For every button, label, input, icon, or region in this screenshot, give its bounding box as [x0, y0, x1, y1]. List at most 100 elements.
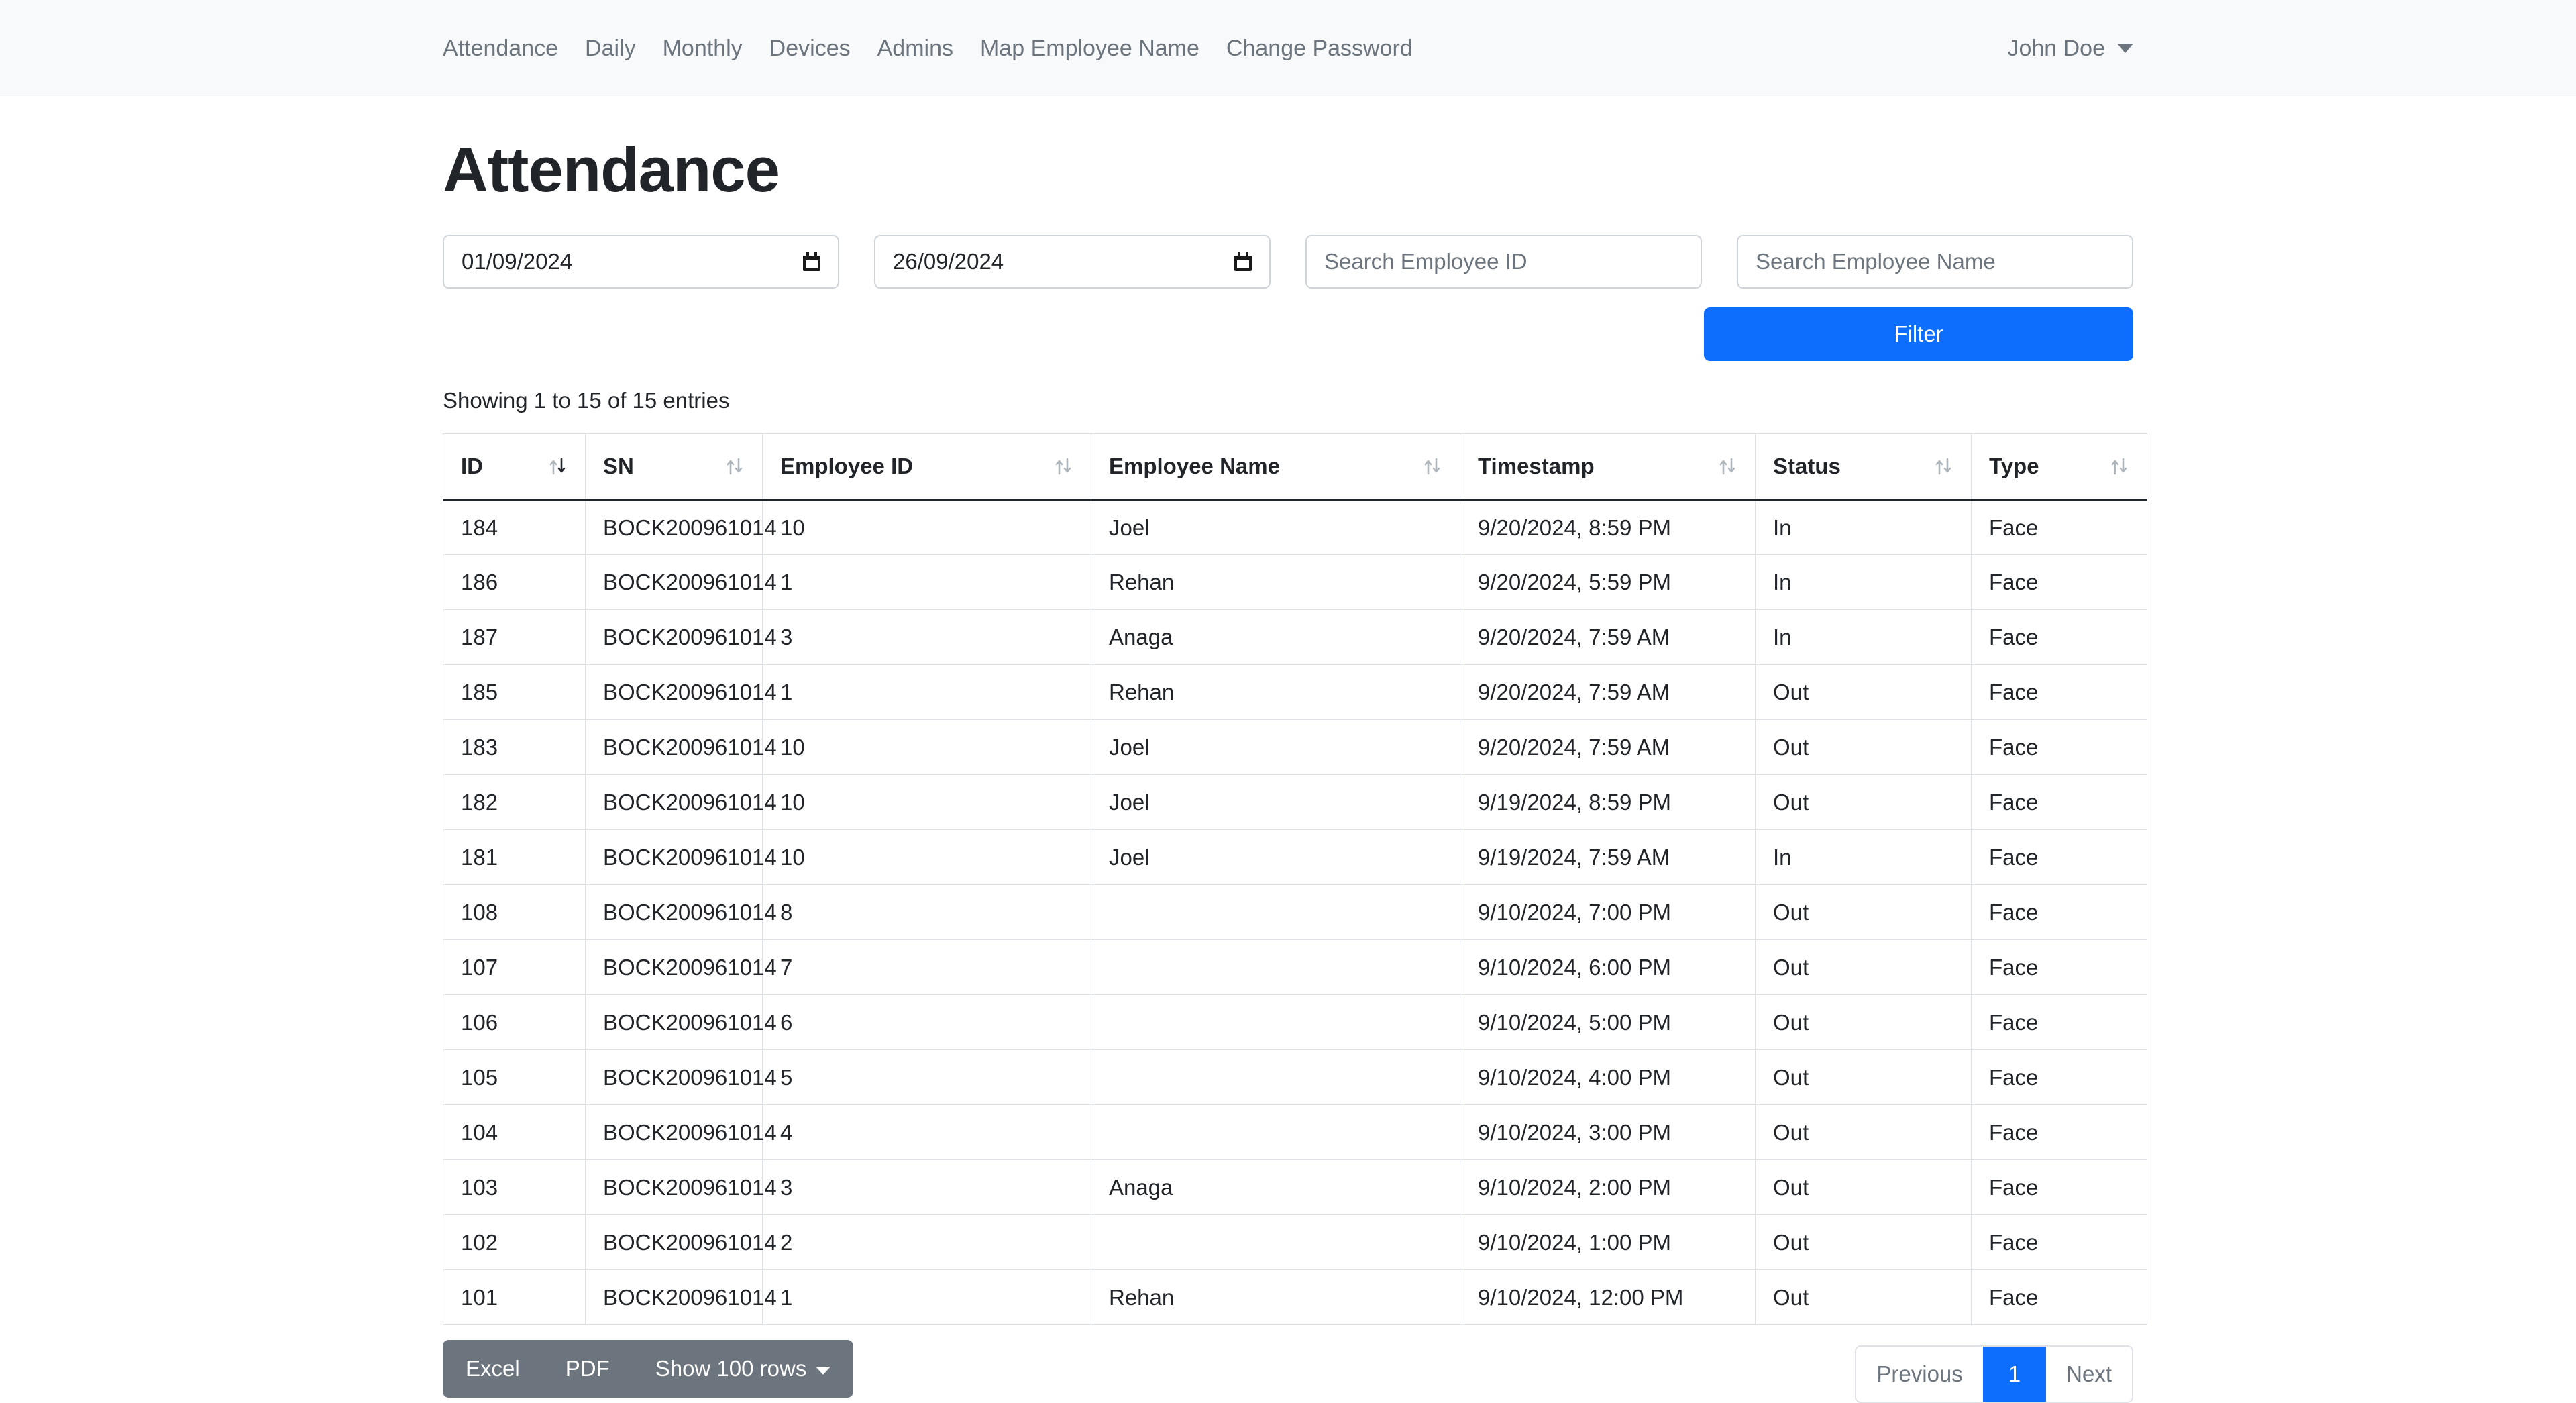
cell-status: In [1756, 500, 1972, 555]
nav-link-map-employee-name[interactable]: Map Employee Name [967, 37, 1213, 60]
column-header-label: SN [603, 454, 634, 479]
cell-sn: BOCK200961014 [586, 1050, 763, 1105]
cell-timestamp: 9/20/2024, 7:59 AM [1460, 720, 1756, 775]
column-header-sn[interactable]: SN [586, 434, 763, 500]
search-employee-id-input[interactable]: Search Employee ID [1305, 235, 1702, 289]
sort-icon [1424, 456, 1442, 476]
chevron-down-icon [816, 1367, 830, 1375]
cell-sn: BOCK200961014 [586, 610, 763, 665]
cell-status: Out [1756, 775, 1972, 830]
cell-type: Face [1972, 610, 2147, 665]
cell-type: Face [1972, 885, 2147, 940]
sort-icon-active [549, 456, 568, 476]
cell-timestamp: 9/10/2024, 2:00 PM [1460, 1160, 1756, 1215]
calendar-icon[interactable] [1234, 252, 1252, 271]
cell-status: Out [1756, 720, 1972, 775]
cell-id: 182 [443, 775, 586, 830]
cell-sn: BOCK200961014 [586, 940, 763, 995]
cell-sn: BOCK200961014 [586, 885, 763, 940]
start-date-input[interactable]: 01/09/2024 [443, 235, 839, 289]
cell-employee_name [1091, 1215, 1460, 1270]
cell-status: Out [1756, 885, 1972, 940]
cell-employee_name: Joel [1091, 830, 1460, 885]
export-button-group: Excel PDF Show 100 rows [443, 1340, 853, 1398]
table-body: 184BOCK20096101410Joel9/20/2024, 8:59 PM… [443, 500, 2147, 1325]
cell-type: Face [1972, 720, 2147, 775]
cell-type: Face [1972, 1105, 2147, 1160]
cell-type: Face [1972, 1215, 2147, 1270]
cell-sn: BOCK200961014 [586, 1160, 763, 1215]
table-row: 103BOCK2009610143Anaga9/10/2024, 2:00 PM… [443, 1160, 2147, 1215]
filter-button[interactable]: Filter [1704, 307, 2133, 361]
column-header-timestamp[interactable]: Timestamp [1460, 434, 1756, 500]
pagination: Previous 1 Next [1855, 1345, 2133, 1403]
filter-button-row: Filter [443, 307, 2133, 361]
search-employee-name-input[interactable]: Search Employee Name [1737, 235, 2133, 289]
cell-employee_name [1091, 995, 1460, 1050]
cell-timestamp: 9/20/2024, 7:59 AM [1460, 610, 1756, 665]
user-menu[interactable]: John Doe [2007, 37, 2133, 60]
cell-status: Out [1756, 1215, 1972, 1270]
cell-status: Out [1756, 1105, 1972, 1160]
nav-link-monthly[interactable]: Monthly [649, 37, 756, 60]
cell-id: 181 [443, 830, 586, 885]
table-row: 107BOCK20096101479/10/2024, 6:00 PMOutFa… [443, 940, 2147, 995]
cell-employee_id: 10 [763, 830, 1091, 885]
nav-link-devices[interactable]: Devices [756, 37, 864, 60]
column-header-label: Status [1773, 454, 1841, 479]
column-header-label: Timestamp [1478, 454, 1595, 479]
column-header-employee-name[interactable]: Employee Name [1091, 434, 1460, 500]
calendar-icon[interactable] [803, 252, 820, 271]
chevron-down-icon [2117, 44, 2133, 53]
table-row: 101BOCK2009610141Rehan9/10/2024, 12:00 P… [443, 1270, 2147, 1325]
cell-status: In [1756, 610, 1972, 665]
excel-export-button[interactable]: Excel [443, 1340, 543, 1398]
cell-id: 107 [443, 940, 586, 995]
cell-type: Face [1972, 940, 2147, 995]
cell-employee_id: 1 [763, 665, 1091, 720]
cell-timestamp: 9/10/2024, 7:00 PM [1460, 885, 1756, 940]
cell-id: 187 [443, 610, 586, 665]
cell-sn: BOCK200961014 [586, 1215, 763, 1270]
cell-sn: BOCK200961014 [586, 775, 763, 830]
cell-type: Face [1972, 1160, 2147, 1215]
cell-sn: BOCK200961014 [586, 720, 763, 775]
show-rows-dropdown-button[interactable]: Show 100 rows [633, 1340, 854, 1398]
table-row: 186BOCK2009610141Rehan9/20/2024, 5:59 PM… [443, 555, 2147, 610]
pagination-next-button[interactable]: Next [2046, 1347, 2132, 1402]
user-menu-label: John Doe [2007, 37, 2105, 60]
cell-employee_name: Rehan [1091, 665, 1460, 720]
cell-employee_name: Joel [1091, 775, 1460, 830]
cell-employee_id: 8 [763, 885, 1091, 940]
cell-timestamp: 9/20/2024, 8:59 PM [1460, 500, 1756, 555]
end-date-input[interactable]: 26/09/2024 [874, 235, 1271, 289]
column-header-status[interactable]: Status [1756, 434, 1972, 500]
cell-id: 104 [443, 1105, 586, 1160]
attendance-table: ID SN [443, 433, 2147, 1325]
column-header-type[interactable]: Type [1972, 434, 2147, 500]
sort-icon [1935, 456, 1953, 476]
cell-employee_id: 7 [763, 940, 1091, 995]
nav-link-attendance[interactable]: Attendance [443, 37, 572, 60]
nav-link-change-password[interactable]: Change Password [1213, 37, 1426, 60]
cell-sn: BOCK200961014 [586, 1105, 763, 1160]
pdf-export-button[interactable]: PDF [543, 1340, 633, 1398]
table-row: 108BOCK20096101489/10/2024, 7:00 PMOutFa… [443, 885, 2147, 940]
pagination-previous-button[interactable]: Previous [1856, 1347, 1982, 1402]
top-navbar: Attendance Daily Monthly Devices Admins … [0, 0, 2576, 96]
cell-timestamp: 9/10/2024, 3:00 PM [1460, 1105, 1756, 1160]
column-header-employee-id[interactable]: Employee ID [763, 434, 1091, 500]
table-row: 187BOCK2009610143Anaga9/20/2024, 7:59 AM… [443, 610, 2147, 665]
cell-id: 183 [443, 720, 586, 775]
cell-id: 186 [443, 555, 586, 610]
nav-link-admins[interactable]: Admins [864, 37, 967, 60]
column-header-id[interactable]: ID [443, 434, 586, 500]
nav-link-daily[interactable]: Daily [572, 37, 649, 60]
cell-employee_name: Anaga [1091, 610, 1460, 665]
sort-icon [2110, 456, 2129, 476]
table-row: 106BOCK20096101469/10/2024, 5:00 PMOutFa… [443, 995, 2147, 1050]
cell-type: Face [1972, 500, 2147, 555]
cell-timestamp: 9/20/2024, 5:59 PM [1460, 555, 1756, 610]
cell-timestamp: 9/10/2024, 4:00 PM [1460, 1050, 1756, 1105]
pagination-page-1-button[interactable]: 1 [1983, 1347, 2046, 1402]
